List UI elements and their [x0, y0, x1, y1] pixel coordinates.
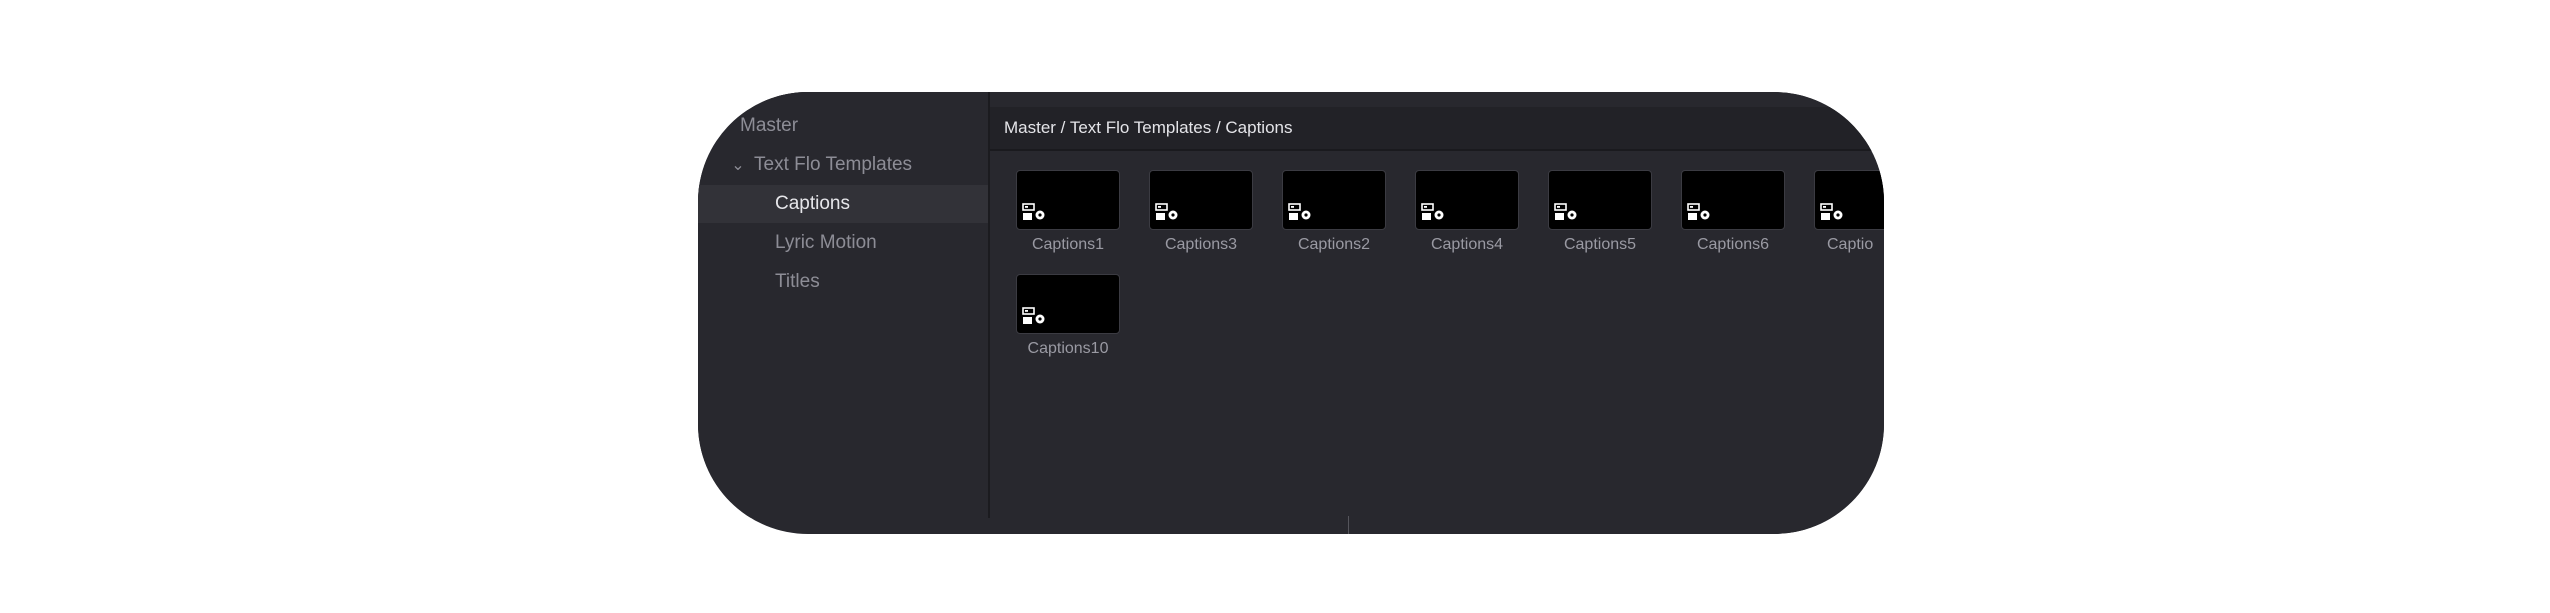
bin-list-sidebar: Master ⌄ Text Flo Templates Captions Lyr… — [698, 92, 990, 518]
clip-item[interactable]: Captions2 — [1282, 170, 1386, 254]
clip-name: Captions3 — [1164, 236, 1238, 253]
clip-item[interactable]: Captio — [1814, 170, 1884, 254]
clip-thumbnail[interactable] — [1681, 170, 1785, 230]
clip-thumbnail[interactable] — [1149, 170, 1253, 230]
bin-master[interactable]: Master — [698, 107, 988, 145]
clip-name: Captions4 — [1430, 236, 1504, 253]
clip-name: Captions2 — [1297, 236, 1371, 253]
clip-browser: Master / Text Flo Templates / Captions C… — [990, 92, 1884, 534]
bin-lyric-motion[interactable]: Lyric Motion — [698, 224, 988, 262]
bin-lyric-motion-label: Lyric Motion — [775, 232, 877, 253]
bin-titles-label: Titles — [775, 271, 820, 292]
clip-thumbnail[interactable] — [1016, 274, 1120, 334]
clip-name: Captions6 — [1696, 236, 1770, 253]
bin-master-label: Master — [740, 115, 799, 136]
fusion-template-icon — [1554, 203, 1577, 220]
fusion-template-icon — [1022, 307, 1045, 324]
bin-captions[interactable]: Captions — [698, 185, 988, 223]
fusion-template-icon — [1022, 203, 1045, 220]
bin-text-flo-templates[interactable]: ⌄ Text Flo Templates — [698, 146, 988, 184]
clip-item[interactable]: Captions6 — [1681, 170, 1785, 254]
fusion-template-icon — [1687, 203, 1710, 220]
bin-captions-label: Captions — [775, 193, 850, 214]
media-pool-window: Master ⌄ Text Flo Templates Captions Lyr… — [698, 92, 1884, 534]
clip-thumbnail[interactable] — [1016, 170, 1120, 230]
clip-thumbnail[interactable] — [1814, 170, 1884, 230]
clip-item[interactable]: Captions3 — [1149, 170, 1253, 254]
fusion-template-icon — [1820, 203, 1843, 220]
clip-item[interactable]: Captions5 — [1548, 170, 1652, 254]
bin-titles[interactable]: Titles — [698, 263, 988, 301]
chevron-down-icon[interactable]: ⌄ — [726, 155, 750, 175]
fusion-template-icon — [1421, 203, 1444, 220]
clip-item[interactable]: Captions1 — [1016, 170, 1120, 254]
clip-name: Captions1 — [1031, 236, 1105, 253]
clip-thumbnail[interactable] — [1282, 170, 1386, 230]
breadcrumb-bar: Master / Text Flo Templates / Captions — [990, 107, 1884, 151]
breadcrumb[interactable]: Master / Text Flo Templates / Captions — [1004, 118, 1293, 138]
clip-item[interactable]: Captions4 — [1415, 170, 1519, 254]
clip-thumbnail[interactable] — [1415, 170, 1519, 230]
clip-thumbnail[interactable] — [1548, 170, 1652, 230]
fusion-template-icon — [1288, 203, 1311, 220]
clip-name: Captio — [1827, 236, 1874, 253]
clip-name: Captions5 — [1563, 236, 1637, 253]
clip-name: Captions10 — [1027, 340, 1109, 357]
panel-divider — [1348, 516, 1349, 534]
fusion-template-icon — [1155, 203, 1178, 220]
bin-folder-label: Text Flo Templates — [754, 154, 913, 175]
clip-item[interactable]: Captions10 — [1016, 274, 1120, 358]
